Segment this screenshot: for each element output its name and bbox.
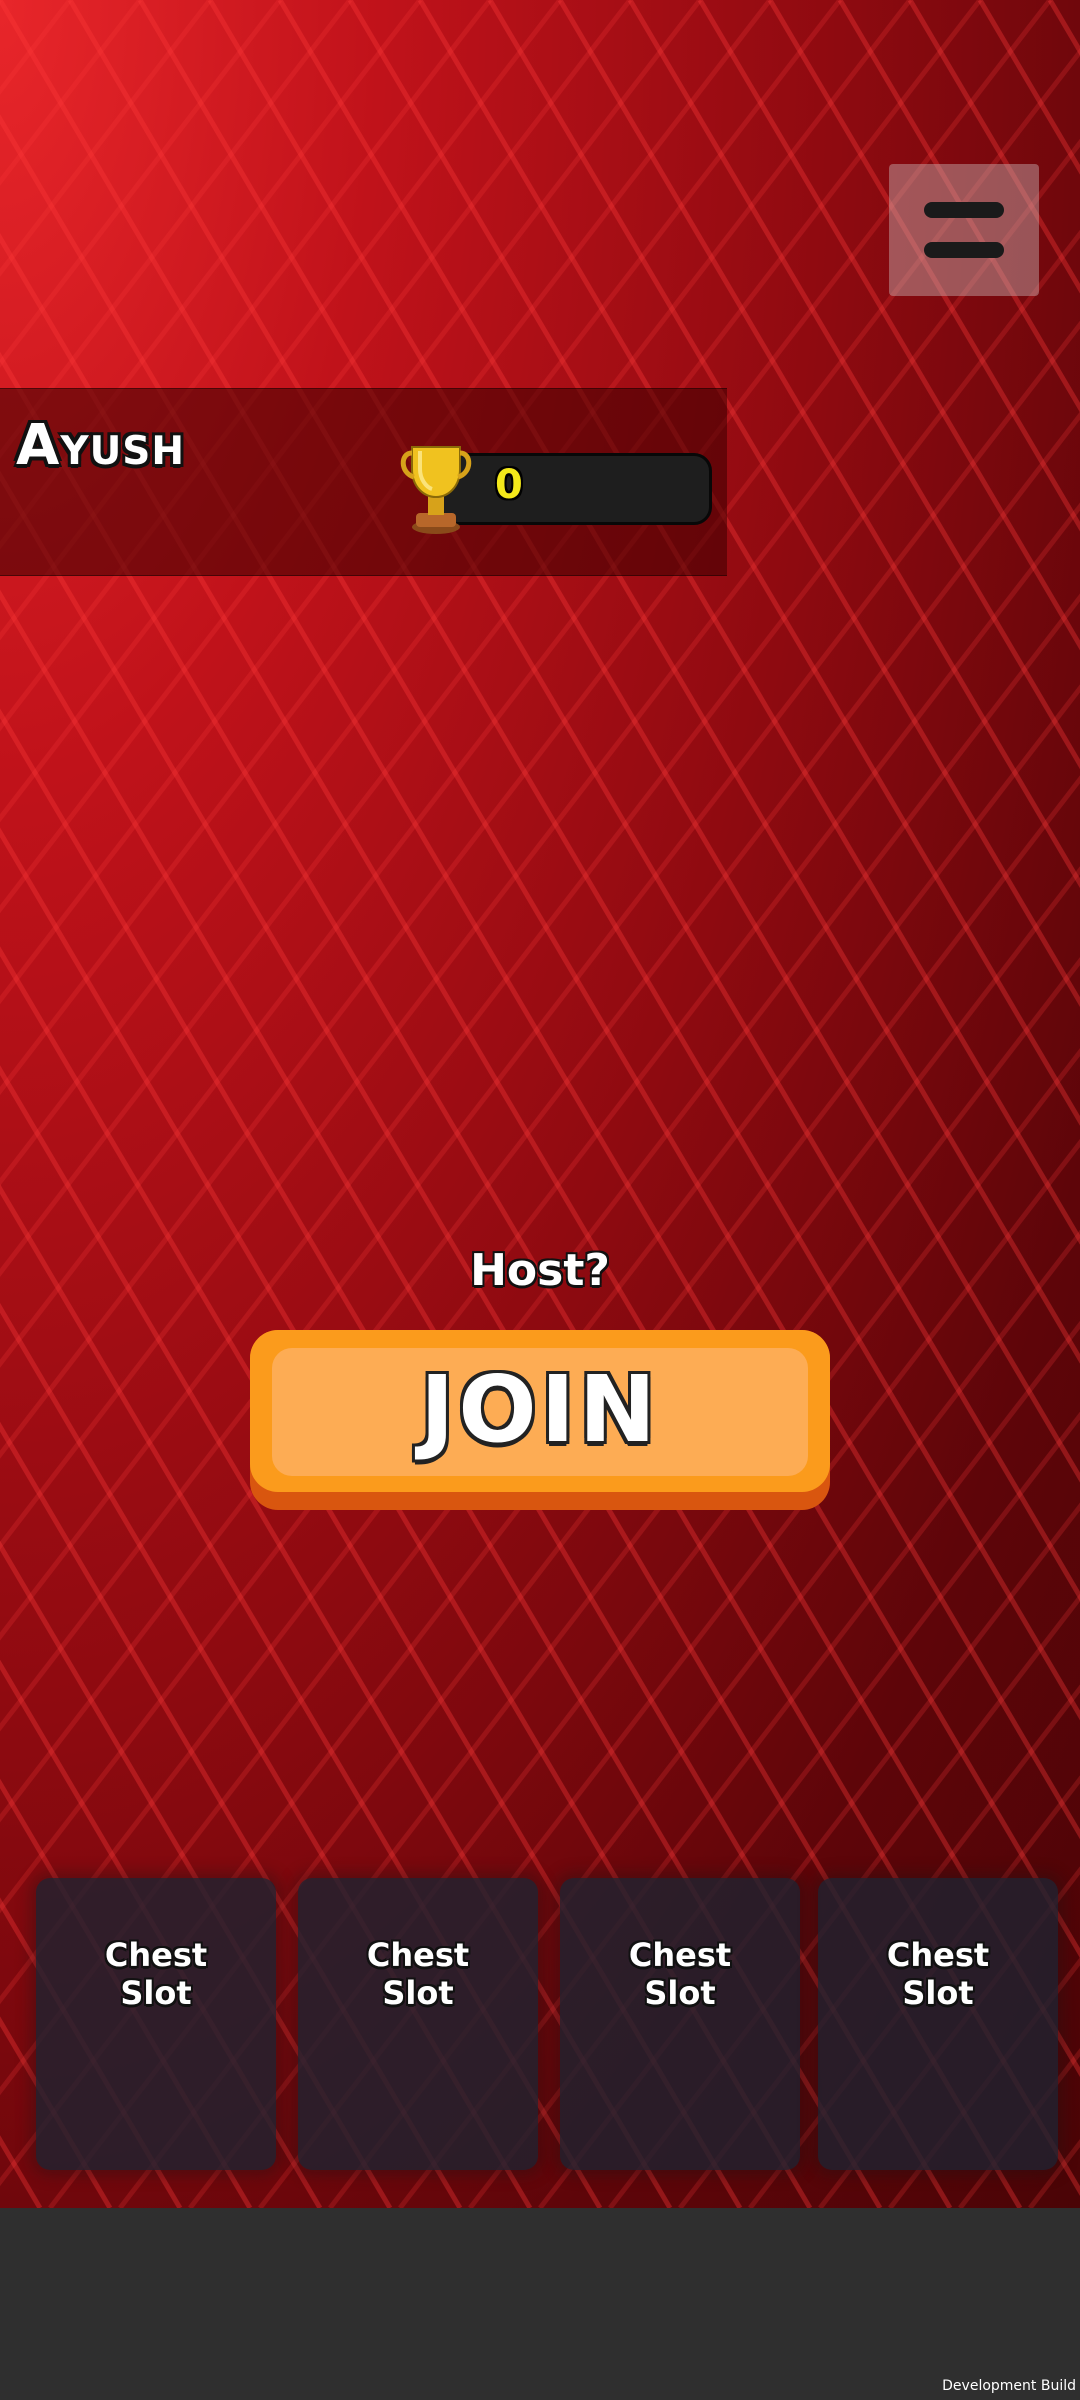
background-stripe <box>837 0 1080 413</box>
background-stripe <box>188 1047 1080 2208</box>
background-stripe <box>888 1957 1080 2208</box>
background-stripe <box>48 866 1080 2208</box>
background-stripe <box>608 1593 1080 2208</box>
host-label: Host? <box>470 1245 610 1296</box>
chest-slot-3[interactable]: Chest Slot <box>560 1878 800 2170</box>
background-stripe <box>678 1684 1080 2208</box>
background-stripe <box>958 2048 1080 2208</box>
background-stripe <box>258 1138 1080 2208</box>
background-stripe <box>0 0 702 914</box>
trophy-icon <box>400 446 472 534</box>
hamburger-menu-icon-bottom <box>924 242 1004 258</box>
background-stripe <box>0 0 912 1187</box>
join-button[interactable]: JOIN <box>250 1330 830 1510</box>
background-stripe <box>137 0 1080 1602</box>
chest-slot-1[interactable]: Chest Slot <box>36 1878 276 2170</box>
background-stripe <box>417 0 1080 1126</box>
background-stripe <box>0 0 212 277</box>
background-stripe <box>977 0 1080 175</box>
background-stripe <box>468 1411 1080 2208</box>
development-build-label: Development Build <box>942 2378 1076 2394</box>
bottom-bar: Development Build <box>0 2208 1080 2400</box>
background-pattern <box>0 0 1080 2208</box>
background-stripe <box>398 1320 1080 2208</box>
chest-slot-label: Chest Slot <box>628 1936 732 2012</box>
trophy-counter: 0 <box>440 453 712 525</box>
join-button-face: JOIN <box>272 1348 808 1476</box>
chest-slot-label: Chest Slot <box>886 1936 990 2012</box>
menu-button[interactable] <box>889 164 1039 296</box>
background-stripe <box>748 1775 1080 2208</box>
join-button-frame: JOIN <box>250 1330 830 1492</box>
game-background: Ayush 0 Host? JOIN Chest Slot Chest Slot… <box>0 0 1080 2208</box>
chest-slot-label: Chest Slot <box>366 1936 470 2012</box>
chest-slot-label: Chest Slot <box>104 1936 208 2012</box>
join-button-label: JOIN <box>420 1355 660 1463</box>
player-name: Ayush <box>16 413 185 478</box>
background-stripe <box>627 0 1080 770</box>
player-panel: Ayush 0 <box>0 388 727 576</box>
trophy-count: 0 <box>495 462 523 508</box>
hamburger-menu-icon <box>924 202 1004 218</box>
chest-slot-2[interactable]: Chest Slot <box>298 1878 538 2170</box>
chest-slot-4[interactable]: Chest Slot <box>818 1878 1058 2170</box>
background-stripe <box>277 0 1080 1364</box>
background-stripe <box>0 0 492 641</box>
